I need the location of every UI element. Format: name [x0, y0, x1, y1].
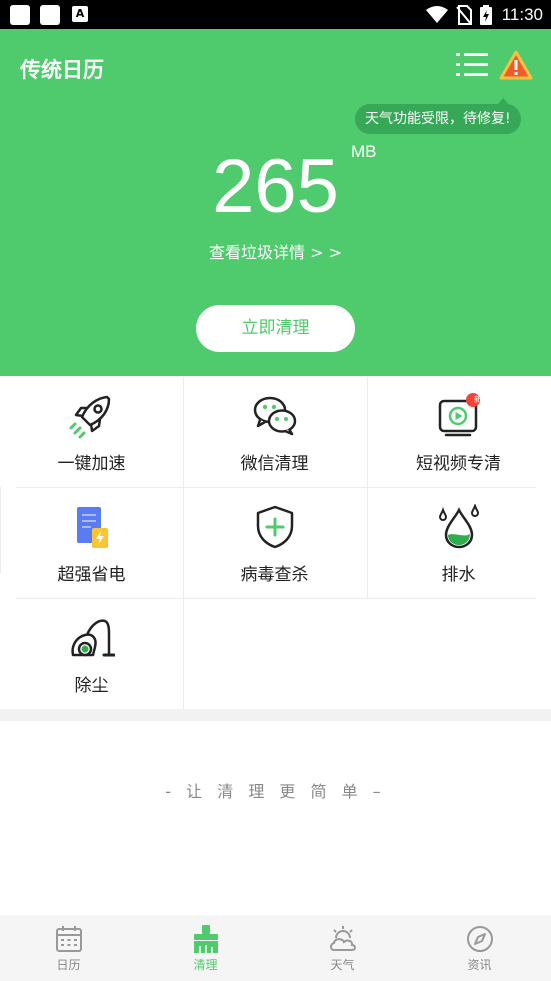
broom-icon	[193, 925, 218, 953]
warning-icon[interactable]	[499, 50, 533, 80]
list-menu-icon[interactable]	[456, 51, 488, 79]
junk-summary-header: 传统日历 天气功能受限，待修复! 265 MB 查看垃圾详情 > > 立即清理	[0, 29, 551, 376]
tool-label: 超强省电	[57, 565, 126, 585]
view-junk-details-link[interactable]: 查看垃圾详情 > >	[0, 239, 551, 263]
nav-clean[interactable]: 清理	[137, 915, 274, 981]
bottom-navigation: 日历 清理 天气 资讯	[0, 915, 551, 981]
app-title: 传统日历	[20, 58, 104, 82]
tool-drain-water[interactable]: 排水	[367, 487, 550, 598]
nav-label: 日历	[56, 958, 81, 972]
vacuum-cleaner-icon	[70, 619, 115, 657]
tools-grid: 一键加速 微信清理 新 短视频专清 超强省电 病毒查杀 排水 除尘	[0, 376, 551, 709]
nav-label: 资讯	[467, 958, 492, 972]
notification-square-icon	[10, 5, 30, 25]
clean-now-button[interactable]: 立即清理	[196, 305, 355, 352]
tool-label: 病毒查杀	[240, 565, 309, 585]
section-divider	[0, 709, 551, 721]
slogan-text: - 让 清 理 更 简 单 –	[165, 782, 386, 801]
tool-label: 短视频专清	[416, 454, 501, 474]
wechat-icon	[253, 396, 296, 436]
tool-label: 微信清理	[240, 454, 309, 474]
nav-calendar[interactable]: 日历	[0, 915, 137, 981]
tool-label: 一键加速	[57, 454, 126, 474]
junk-size-unit: MB	[351, 142, 377, 161]
water-drop-icon	[438, 504, 479, 549]
rocket-icon	[69, 395, 110, 439]
tool-wechat-clean[interactable]: 微信清理	[183, 376, 366, 487]
nav-label: 清理	[193, 958, 218, 972]
weather-icon	[329, 926, 356, 951]
a-box-icon: A	[72, 6, 88, 22]
notification-square-icon	[40, 5, 60, 25]
tool-virus-scan[interactable]: 病毒查杀	[183, 487, 366, 598]
tool-label: 排水	[441, 565, 476, 585]
battery-saver-icon	[76, 507, 108, 548]
tool-dust-removal[interactable]: 除尘	[0, 598, 183, 709]
wifi-icon	[425, 5, 448, 23]
nav-label: 天气	[330, 958, 355, 972]
weather-warning-tooltip[interactable]: 天气功能受限，待修复!	[355, 98, 521, 134]
junk-size-value: 265	[212, 144, 339, 229]
nav-weather[interactable]: 天气	[274, 915, 411, 981]
clock-time: 11:30	[501, 4, 543, 24]
calendar-icon	[55, 926, 82, 952]
new-badge: 新	[474, 395, 482, 404]
battery-charging-icon	[479, 4, 492, 25]
tool-power-saver[interactable]: 超强省电	[0, 487, 183, 598]
tool-short-video-clean[interactable]: 新 短视频专清	[367, 376, 550, 487]
shield-plus-icon	[256, 505, 293, 549]
no-sim-icon	[455, 4, 472, 25]
nav-news[interactable]: 资讯	[411, 915, 548, 981]
status-bar: A 11:30	[0, 0, 551, 29]
tool-speed-up[interactable]: 一键加速	[0, 376, 183, 487]
tool-label: 除尘	[74, 676, 109, 696]
compass-icon	[466, 926, 493, 952]
